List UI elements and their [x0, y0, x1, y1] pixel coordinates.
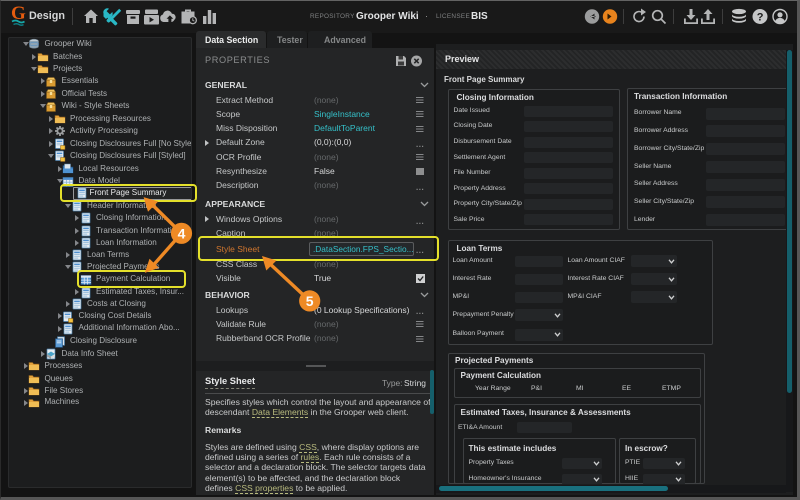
- svg-text:5: 5: [306, 293, 314, 309]
- svg-text:4: 4: [178, 225, 186, 241]
